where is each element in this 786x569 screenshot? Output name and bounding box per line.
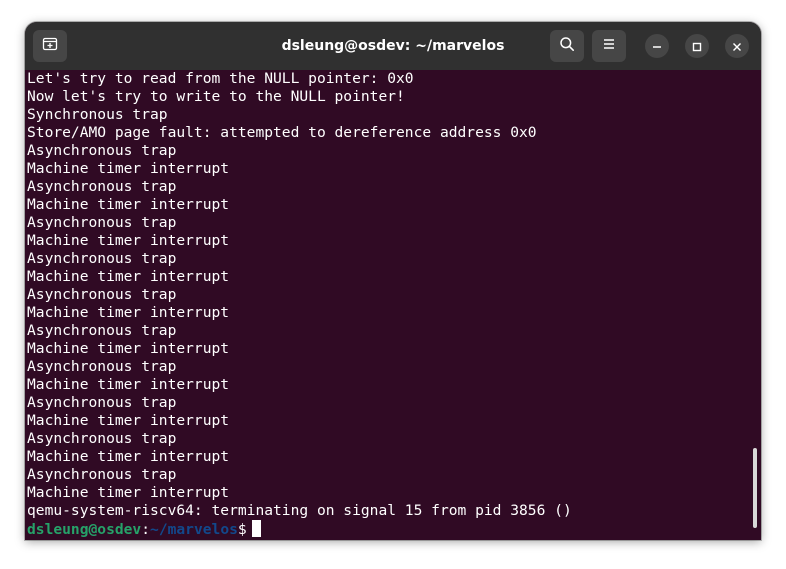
terminal-line: Asynchronous trap: [27, 286, 177, 303]
terminal-line: Asynchronous trap: [27, 250, 177, 267]
terminal-line: Machine timer interrupt: [27, 412, 230, 429]
text-cursor: [251, 520, 261, 537]
prompt-path: ~/marvelos: [150, 521, 238, 538]
terminal-line: Machine timer interrupt: [27, 268, 230, 285]
maximize-button[interactable]: [685, 34, 709, 58]
terminal-line: Machine timer interrupt: [27, 484, 230, 501]
terminal-line: Asynchronous trap: [27, 142, 177, 159]
minimize-icon: [652, 37, 662, 56]
terminal-line: Asynchronous trap: [27, 430, 177, 447]
terminal-line: Let's try to read from the NULL pointer:…: [27, 70, 414, 87]
menu-button[interactable]: [592, 30, 626, 62]
terminal-line: Asynchronous trap: [27, 322, 177, 339]
terminal-line: Asynchronous trap: [27, 466, 177, 483]
search-icon: [559, 36, 575, 56]
search-button[interactable]: [550, 30, 584, 62]
close-button[interactable]: [725, 34, 749, 58]
minimize-button[interactable]: [645, 34, 669, 58]
close-icon: [732, 37, 742, 56]
hamburger-menu-icon: [601, 36, 617, 56]
terminal-output[interactable]: Let's try to read from the NULL pointer:…: [25, 70, 749, 540]
terminal-line: Now let's try to write to the NULL point…: [27, 88, 405, 105]
prompt-separator: :: [141, 521, 151, 538]
terminal-line: Asynchronous trap: [27, 178, 177, 195]
maximize-icon: [692, 37, 702, 56]
shell-prompt[interactable]: dsleung@osdev:~/marvelos$: [27, 520, 749, 538]
terminal-line: Machine timer interrupt: [27, 160, 230, 177]
terminal-line: Machine timer interrupt: [27, 196, 230, 213]
terminal-line: Machine timer interrupt: [27, 448, 230, 465]
terminal-line: Machine timer interrupt: [27, 304, 230, 321]
titlebar[interactable]: dsleung@osdev: ~/marvelos: [25, 22, 761, 70]
terminal-line: Synchronous trap: [27, 106, 168, 123]
scrollbar-thumb[interactable]: [753, 448, 757, 528]
terminal-line: Machine timer interrupt: [27, 232, 230, 249]
prompt-symbol: $: [237, 521, 247, 538]
terminal-line: Machine timer interrupt: [27, 340, 230, 357]
terminal-line: Asynchronous trap: [27, 394, 177, 411]
terminal-line: Asynchronous trap: [27, 214, 177, 231]
prompt-user-host: dsleung@osdev: [27, 521, 142, 538]
scrollbar[interactable]: [749, 70, 761, 540]
terminal-line: qemu-system-riscv64: terminating on sign…: [27, 502, 572, 519]
terminal-window: dsleung@osdev: ~/marvelos Let's try to r…: [25, 22, 761, 540]
terminal-line: Machine timer interrupt: [27, 376, 230, 393]
terminal-line: Store/AMO page fault: attempted to deref…: [27, 124, 537, 141]
terminal-line: Asynchronous trap: [27, 358, 177, 375]
